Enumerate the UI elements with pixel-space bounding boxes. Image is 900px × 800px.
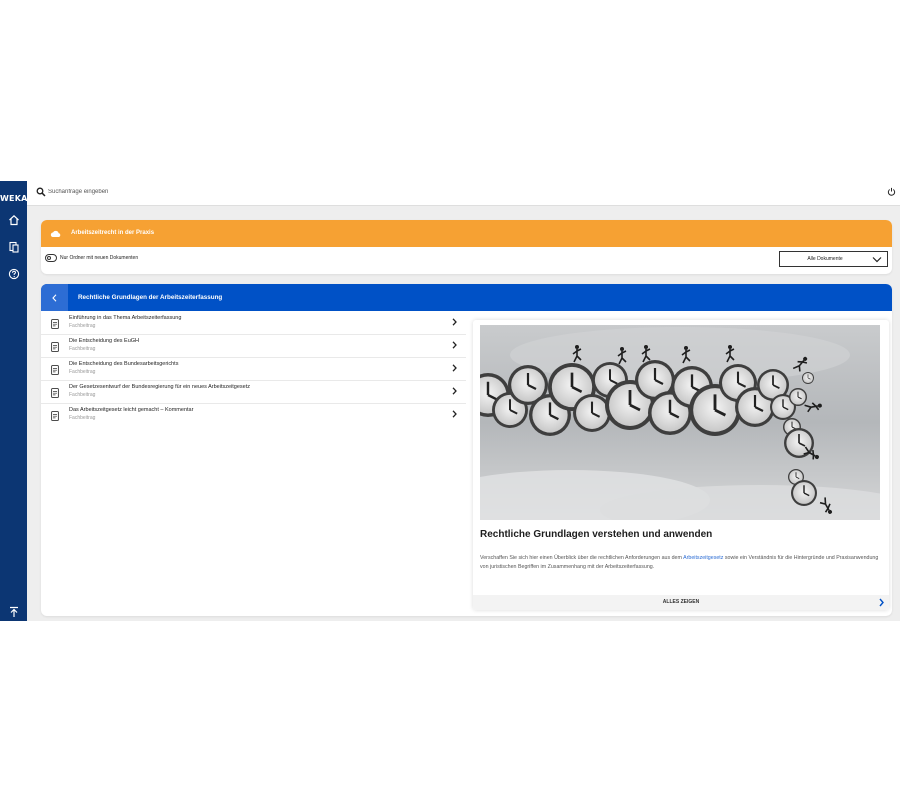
chevron-right-icon: [452, 410, 457, 418]
chevron-right-icon: [452, 318, 457, 326]
list-item-title: Einführung in das Thema Arbeitszeiterfas…: [69, 315, 182, 321]
card-text-part: Verschaffen Sie sich hier einen Überblic…: [480, 555, 684, 561]
app-window: WEKA Arbeitszeitrecht in: [0, 181, 900, 621]
select-value: Alle Dokumente: [807, 256, 843, 262]
law-link[interactable]: Arbeitszeitgesetz: [683, 555, 723, 561]
list-item-type: Fachbeitrag: [69, 415, 96, 421]
show-all-button[interactable]: ALLES ZEIGEN: [473, 595, 889, 610]
search-input[interactable]: [48, 185, 348, 199]
chevron-right-icon: [879, 598, 884, 607]
card-description: Verschaffen Sie sich hier einen Überblic…: [480, 554, 882, 572]
top-bar: [27, 181, 900, 206]
teaser-card: Rechtliche Grundlagen verstehen und anwe…: [473, 320, 889, 610]
list-item-title: Das Arbeitszeitgesetz leicht gemacht – K…: [69, 407, 194, 413]
chevron-down-icon: [872, 257, 882, 263]
weka-logo: WEKA: [0, 194, 28, 203]
document-icon: [51, 319, 59, 329]
new-documents-toggle[interactable]: [45, 254, 57, 262]
toggle-label: Nur Ordner mit neuen Dokumenten: [60, 255, 139, 261]
sidebar: WEKA: [0, 181, 27, 621]
list-item[interactable]: Der Gesetzesentwurf der Bundesregierung …: [41, 381, 466, 404]
list-item[interactable]: Die Entscheidung des Bundesarbeitsgerich…: [41, 358, 466, 381]
power-icon[interactable]: [887, 187, 896, 196]
section-panel: Rechtliche Grundlagen der Arbeitszeiterf…: [41, 284, 892, 616]
list-item-type: Fachbeitrag: [69, 369, 96, 375]
chevron-right-icon: [452, 364, 457, 372]
folder-header: Arbeitszeitrecht in der Praxis: [41, 220, 892, 247]
show-all-label: ALLES ZEIGEN: [662, 599, 700, 605]
folder-title: Arbeitszeitrecht in der Praxis: [71, 230, 155, 236]
cloud-icon: [50, 230, 61, 237]
card-title: Rechtliche Grundlagen verstehen und anwe…: [480, 529, 713, 540]
list-item[interactable]: Einführung in das Thema Arbeitszeiterfas…: [41, 312, 466, 335]
list-item-title: Die Entscheidung des Bundesarbeitsgerich…: [69, 361, 179, 367]
search-icon[interactable]: [36, 187, 46, 197]
section-title: Rechtliche Grundlagen der Arbeitszeiterf…: [78, 294, 223, 301]
document-icon: [51, 411, 59, 421]
document-filter-select[interactable]: Alle Dokumente: [779, 251, 888, 267]
document-icon: [51, 342, 59, 352]
help-icon[interactable]: [6, 266, 21, 281]
list-item-type: Fachbeitrag: [69, 323, 96, 329]
scroll-top-icon[interactable]: [6, 604, 21, 619]
list-item-type: Fachbeitrag: [69, 392, 96, 398]
clocks-illustration: [480, 325, 880, 520]
section-header: Rechtliche Grundlagen der Arbeitszeiterf…: [41, 284, 892, 311]
document-icon: [51, 388, 59, 398]
list-item-title: Die Entscheidung des EuGH: [69, 338, 140, 344]
chevron-right-icon: [452, 341, 457, 349]
list-item-title: Der Gesetzesentwurf der Bundesregierung …: [69, 384, 250, 390]
chevron-left-icon: [52, 293, 57, 302]
document-icon: [51, 365, 59, 375]
back-button[interactable]: [41, 284, 68, 311]
folder-panel: Arbeitszeitrecht in der Praxis Nur Ordne…: [41, 220, 892, 274]
documents-icon[interactable]: [6, 239, 21, 254]
list-item[interactable]: Die Entscheidung des EuGH Fachbeitrag: [41, 335, 466, 358]
chevron-right-icon: [452, 387, 457, 395]
list-item[interactable]: Das Arbeitszeitgesetz leicht gemacht – K…: [41, 404, 466, 426]
home-icon[interactable]: [6, 212, 21, 227]
toggle-knob: [47, 256, 51, 260]
list-item-type: Fachbeitrag: [69, 346, 96, 352]
